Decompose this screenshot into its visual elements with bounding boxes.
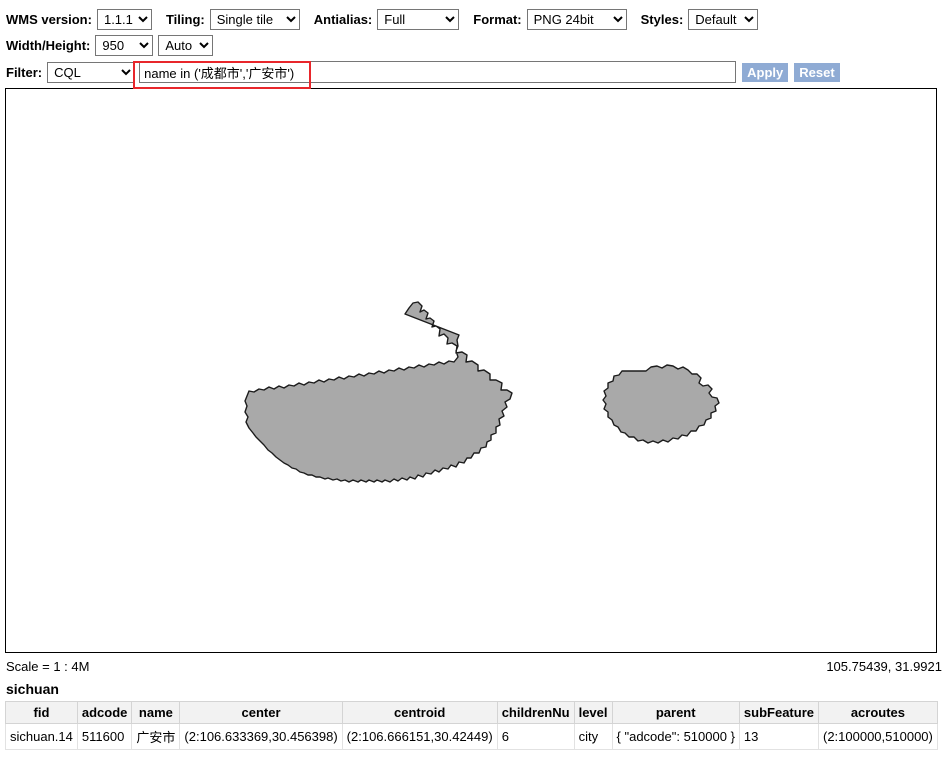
table-header-row: fid adcode name center centroid children… xyxy=(5,701,938,724)
width-select[interactable]: 950 xyxy=(95,34,154,56)
cell-name: 广安市 xyxy=(131,723,181,750)
cell-acroutes: (2:100000,510000) xyxy=(817,723,938,750)
layer-name-heading: sichuan xyxy=(6,681,59,697)
column-header-center[interactable]: center xyxy=(179,701,343,724)
column-header-adcode[interactable]: adcode xyxy=(76,701,133,724)
filter-type-select[interactable]: CQL xyxy=(47,61,136,83)
wms-toolbar: WMS version: 1.1.1 Tiling: Single tile A… xyxy=(0,0,942,58)
format-label: Format: xyxy=(473,11,522,27)
map-viewport[interactable]: ▪▪▪ + − xyxy=(5,88,937,653)
antialias-label: Antialias: xyxy=(313,11,373,27)
column-header-name[interactable]: name xyxy=(131,701,181,724)
scale-indicator: Scale = 1 : 4M xyxy=(6,658,90,674)
chengdu-city[interactable] xyxy=(244,301,513,483)
filter-bar: Filter: CQL Apply Reset xyxy=(0,58,942,89)
toolbar-row-size: Width/Height: 950 Auto xyxy=(6,32,942,58)
map-rendered[interactable] xyxy=(6,89,936,652)
cell-adcode: 511600 xyxy=(76,723,133,750)
map-status-bar: Scale = 1 : 4M 105.75439, 31.9921 xyxy=(0,653,942,677)
column-header-fid[interactable]: fid xyxy=(5,701,78,724)
column-header-centroid[interactable]: centroid xyxy=(341,701,498,724)
filter-label: Filter: xyxy=(6,64,43,80)
column-header-childrennu[interactable]: childrenNu xyxy=(496,701,575,724)
table-row[interactable]: sichuan.14 511600 广安市 (2:106.633369,30.4… xyxy=(5,723,938,750)
apply-button[interactable]: Apply xyxy=(742,62,789,82)
width-height-label: Width/Height: xyxy=(6,37,91,53)
toolbar-row-primary: WMS version: 1.1.1 Tiling: Single tile A… xyxy=(6,6,942,32)
height-select[interactable]: Auto xyxy=(158,34,214,56)
cell-center: (2:106.633369,30.456398) xyxy=(179,723,343,750)
format-select[interactable]: PNG 24bit xyxy=(526,8,627,30)
column-header-subfeature[interactable]: subFeature xyxy=(738,701,819,724)
cell-fid: sichuan.14 xyxy=(5,723,78,750)
antialias-select[interactable]: Full xyxy=(377,8,460,30)
tiling-label: Tiling: xyxy=(165,11,205,27)
cell-subfeature: 13 xyxy=(738,723,819,750)
cell-centroid: (2:106.666151,30.42449) xyxy=(341,723,498,750)
reset-button[interactable]: Reset xyxy=(794,62,840,82)
filter-expression-input[interactable] xyxy=(139,61,737,83)
column-header-acroutes[interactable]: acroutes xyxy=(817,701,938,724)
wms-version-select[interactable]: 1.1.1 xyxy=(96,8,152,30)
tiling-select[interactable]: Single tile xyxy=(209,8,300,30)
wms-version-label: WMS version: xyxy=(6,11,92,27)
column-header-level[interactable]: level xyxy=(573,701,613,724)
cell-childrennu: 6 xyxy=(496,723,575,750)
styles-label: Styles: xyxy=(640,11,684,27)
styles-select[interactable]: Default xyxy=(688,8,759,30)
mouse-coordinates: 105.75439, 31.9921 xyxy=(826,658,942,674)
column-header-parent[interactable]: parent xyxy=(611,701,740,724)
cell-level: city xyxy=(573,723,613,750)
feature-attribute-table: fid adcode name center centroid children… xyxy=(5,701,938,750)
cell-parent: { "adcode": 510000 } xyxy=(611,723,740,750)
guangan-city[interactable] xyxy=(602,364,720,444)
